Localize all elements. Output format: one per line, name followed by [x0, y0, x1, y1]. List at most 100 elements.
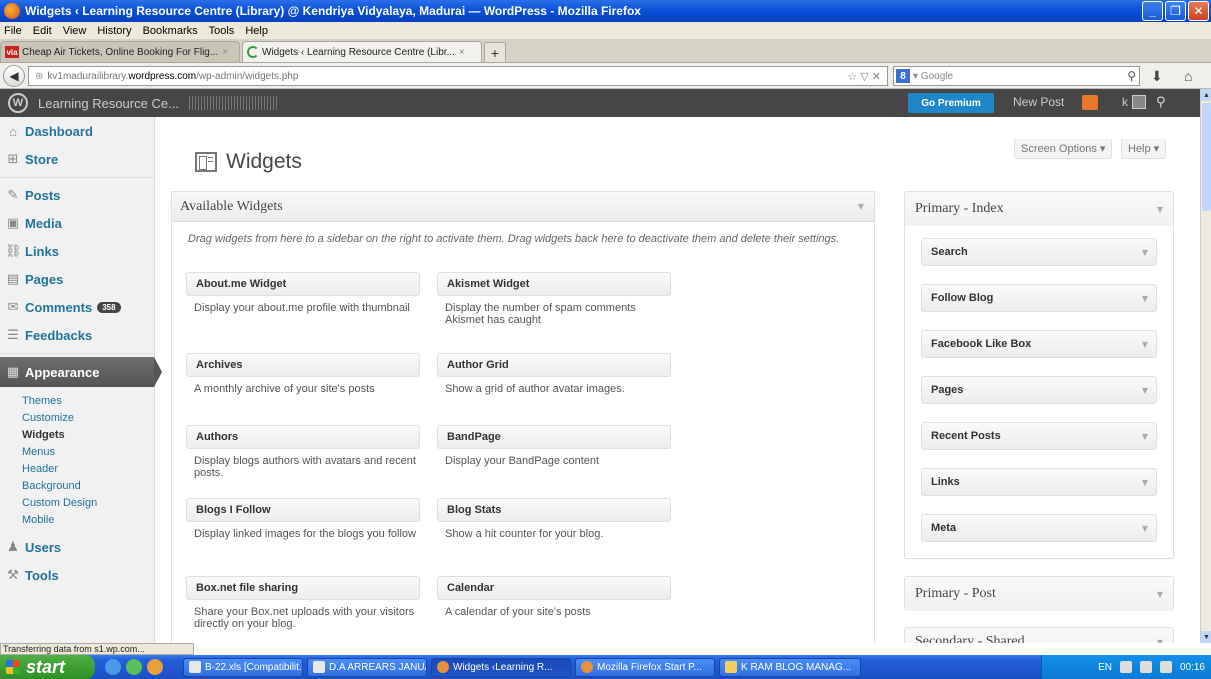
page-scrollbar[interactable]: ▲ ▼ [1200, 89, 1211, 643]
notifications-icon[interactable] [1082, 95, 1098, 110]
help-button[interactable]: Help ▾ [1121, 139, 1167, 159]
widget-blog-stats[interactable]: Blog Stats Show a hit counter for your bl… [437, 498, 671, 540]
tab-widgets[interactable]: Widgets ‹ Learning Resource Centre (Libr… [242, 41, 482, 62]
placed-widget-follow-blog[interactable]: Follow Blog ▼ [921, 284, 1157, 312]
widget-title[interactable]: BandPage [437, 425, 671, 449]
widget-bandpage[interactable]: BandPage Display your BandPage content [437, 425, 671, 467]
admin-search-icon[interactable]: ⚲ [1156, 94, 1166, 110]
maximize-button[interactable]: ❐ [1165, 1, 1186, 21]
widget-calendar[interactable]: Calendar A calendar of your site's posts [437, 576, 671, 618]
tab-close-icon[interactable]: × [459, 47, 465, 58]
collapse-arrow-icon[interactable]: ▼ [1157, 205, 1163, 214]
widget-about-me[interactable]: About.me Widget Display your about.me pro… [186, 272, 420, 314]
download-icon[interactable]: ⬇ [1151, 68, 1163, 85]
firefox-quick-icon[interactable] [147, 659, 163, 675]
new-post-link[interactable]: New Post [1013, 95, 1064, 109]
submenu-mobile[interactable]: Mobile [0, 512, 154, 529]
sidebar-item-posts[interactable]: ✎ Posts [0, 181, 154, 209]
admin-bar-user[interactable]: k [1122, 95, 1128, 109]
language-indicator[interactable]: EN [1098, 662, 1112, 673]
placed-widget-recent-posts[interactable]: Recent Posts ▼ [921, 422, 1157, 450]
widget-title[interactable]: Box.net file sharing [186, 576, 420, 600]
menu-file[interactable]: File [4, 25, 22, 37]
menu-help[interactable]: Help [245, 25, 268, 37]
widget-title[interactable]: Blog Stats [437, 498, 671, 522]
widget-title[interactable]: About.me Widget [186, 272, 420, 296]
tab-close-icon[interactable]: × [222, 47, 228, 58]
expand-arrow-icon[interactable]: ▼ [1142, 294, 1148, 303]
minimize-button[interactable]: _ [1142, 1, 1163, 21]
submenu-menus[interactable]: Menus [0, 444, 154, 461]
expand-arrow-icon[interactable]: ▼ [1142, 386, 1148, 395]
start-button[interactable]: start [0, 655, 95, 679]
home-icon[interactable]: ⌂ [1184, 68, 1192, 84]
address-bar[interactable]: ⊕ kv1madurailibrary. wordpress.com/wp-adm… [28, 66, 888, 86]
sidebar-item-media[interactable]: ▣ Media [0, 209, 154, 237]
tab-cheap-air-tickets[interactable]: via Cheap Air Tickets, Online Booking Fo… [0, 41, 240, 62]
sidebar-item-appearance[interactable]: ▦ Appearance [0, 357, 162, 387]
widget-area-header[interactable]: Secondary - Shared ▼ [905, 628, 1173, 644]
expand-arrow-icon[interactable]: ▼ [1142, 340, 1148, 349]
back-button[interactable]: ◀ [3, 64, 25, 87]
submenu-customize[interactable]: Customize [0, 410, 154, 427]
sidebar-item-pages[interactable]: ▤ Pages [0, 265, 154, 293]
expand-arrow-icon[interactable]: ▼ [1142, 248, 1148, 257]
widget-akismet[interactable]: Akismet Widget Display the number of spam… [437, 272, 671, 326]
go-premium-button[interactable]: Go Premium [908, 93, 994, 113]
submenu-widgets[interactable]: Widgets [0, 427, 154, 444]
submenu-background[interactable]: Background [0, 478, 154, 495]
widget-title[interactable]: Archives [186, 353, 420, 377]
placed-widget-links[interactable]: Links ▼ [921, 468, 1157, 496]
collapse-arrow-icon[interactable]: ▼ [1157, 590, 1163, 599]
scroll-up-icon[interactable]: ▲ [1201, 89, 1211, 101]
wordpress-logo-icon[interactable]: W [8, 93, 28, 113]
placed-widget-facebook-like-box[interactable]: Facebook Like Box ▼ [921, 330, 1157, 358]
placed-widget-pages[interactable]: Pages ▼ [921, 376, 1157, 404]
placed-widget-search[interactable]: Search ▼ [921, 238, 1157, 266]
search-icon[interactable]: ⚲ [1127, 69, 1136, 83]
sidebar-item-links[interactable]: ⛓ Links [0, 237, 154, 265]
collapse-arrow-icon[interactable]: ▼ [858, 202, 864, 211]
placed-widget-meta[interactable]: Meta ▼ [921, 514, 1157, 542]
close-button[interactable]: ✕ [1188, 1, 1209, 21]
menu-tools[interactable]: Tools [209, 25, 235, 37]
available-widgets-header[interactable]: Available Widgets ▼ [172, 192, 874, 222]
expand-arrow-icon[interactable]: ▼ [1142, 432, 1148, 441]
media-player-icon[interactable] [126, 659, 142, 675]
menu-history[interactable]: History [97, 25, 131, 37]
search-bar[interactable]: 8 ▾ Google ⚲ [893, 66, 1140, 86]
submenu-themes[interactable]: Themes [0, 393, 154, 410]
expand-arrow-icon[interactable]: ▼ [1142, 478, 1148, 487]
widget-authors[interactable]: Authors Display blogs authors with avatar… [186, 425, 420, 479]
collapse-arrow-icon[interactable]: ▼ [1157, 638, 1163, 644]
widget-title[interactable]: Author Grid [437, 353, 671, 377]
expand-arrow-icon[interactable]: ▼ [1142, 524, 1148, 533]
network-tray-icon[interactable] [1139, 661, 1152, 673]
widget-title[interactable]: Authors [186, 425, 420, 449]
widget-title[interactable]: Blogs I Follow [186, 498, 420, 522]
widget-blogs-i-follow[interactable]: Blogs I Follow Display linked images for … [186, 498, 420, 540]
bookmark-star-icon[interactable]: ☆ ▽ ✕ [847, 70, 881, 83]
taskbar-item-widgets-firefox[interactable]: Widgets ‹Learning R... [431, 657, 571, 677]
widget-area-header[interactable]: Primary - Index ▼ [905, 192, 1173, 226]
screen-options-button[interactable]: Screen Options ▾ [1014, 139, 1113, 159]
widget-archives[interactable]: Archives A monthly archive of your site's… [186, 353, 420, 395]
menu-edit[interactable]: Edit [33, 25, 52, 37]
search-engine-icon[interactable]: 8 [896, 69, 910, 83]
widget-title[interactable]: Calendar [437, 576, 671, 600]
menu-bookmarks[interactable]: Bookmarks [143, 25, 198, 37]
widget-author-grid[interactable]: Author Grid Show a grid of author avatar … [437, 353, 671, 395]
sidebar-item-comments[interactable]: ✉ Comments 358 [0, 293, 154, 321]
sidebar-item-tools[interactable]: ⚒ Tools [0, 561, 154, 589]
taskbar-item-da-arrears[interactable]: D.A ARREARS JANUA... [307, 657, 427, 677]
window-titlebar[interactable]: Widgets ‹ Learning Resource Centre (Libr… [0, 0, 1211, 22]
widget-area-header[interactable]: Primary - Post ▼ [905, 577, 1173, 611]
taskbar-item-excel[interactable]: B-22.xls [Compatibilit... [183, 657, 303, 677]
menu-view[interactable]: View [63, 25, 87, 37]
stats-sparkline[interactable] [188, 96, 279, 110]
scrollbar-thumb[interactable] [1202, 103, 1211, 211]
sidebar-item-dashboard[interactable]: ⌂ Dashboard [0, 117, 154, 145]
ie-icon[interactable] [105, 659, 121, 675]
sidebar-item-feedbacks[interactable]: ☰ Feedbacks [0, 321, 154, 349]
widget-box-net[interactable]: Box.net file sharing Share your Box.net u… [186, 576, 420, 630]
